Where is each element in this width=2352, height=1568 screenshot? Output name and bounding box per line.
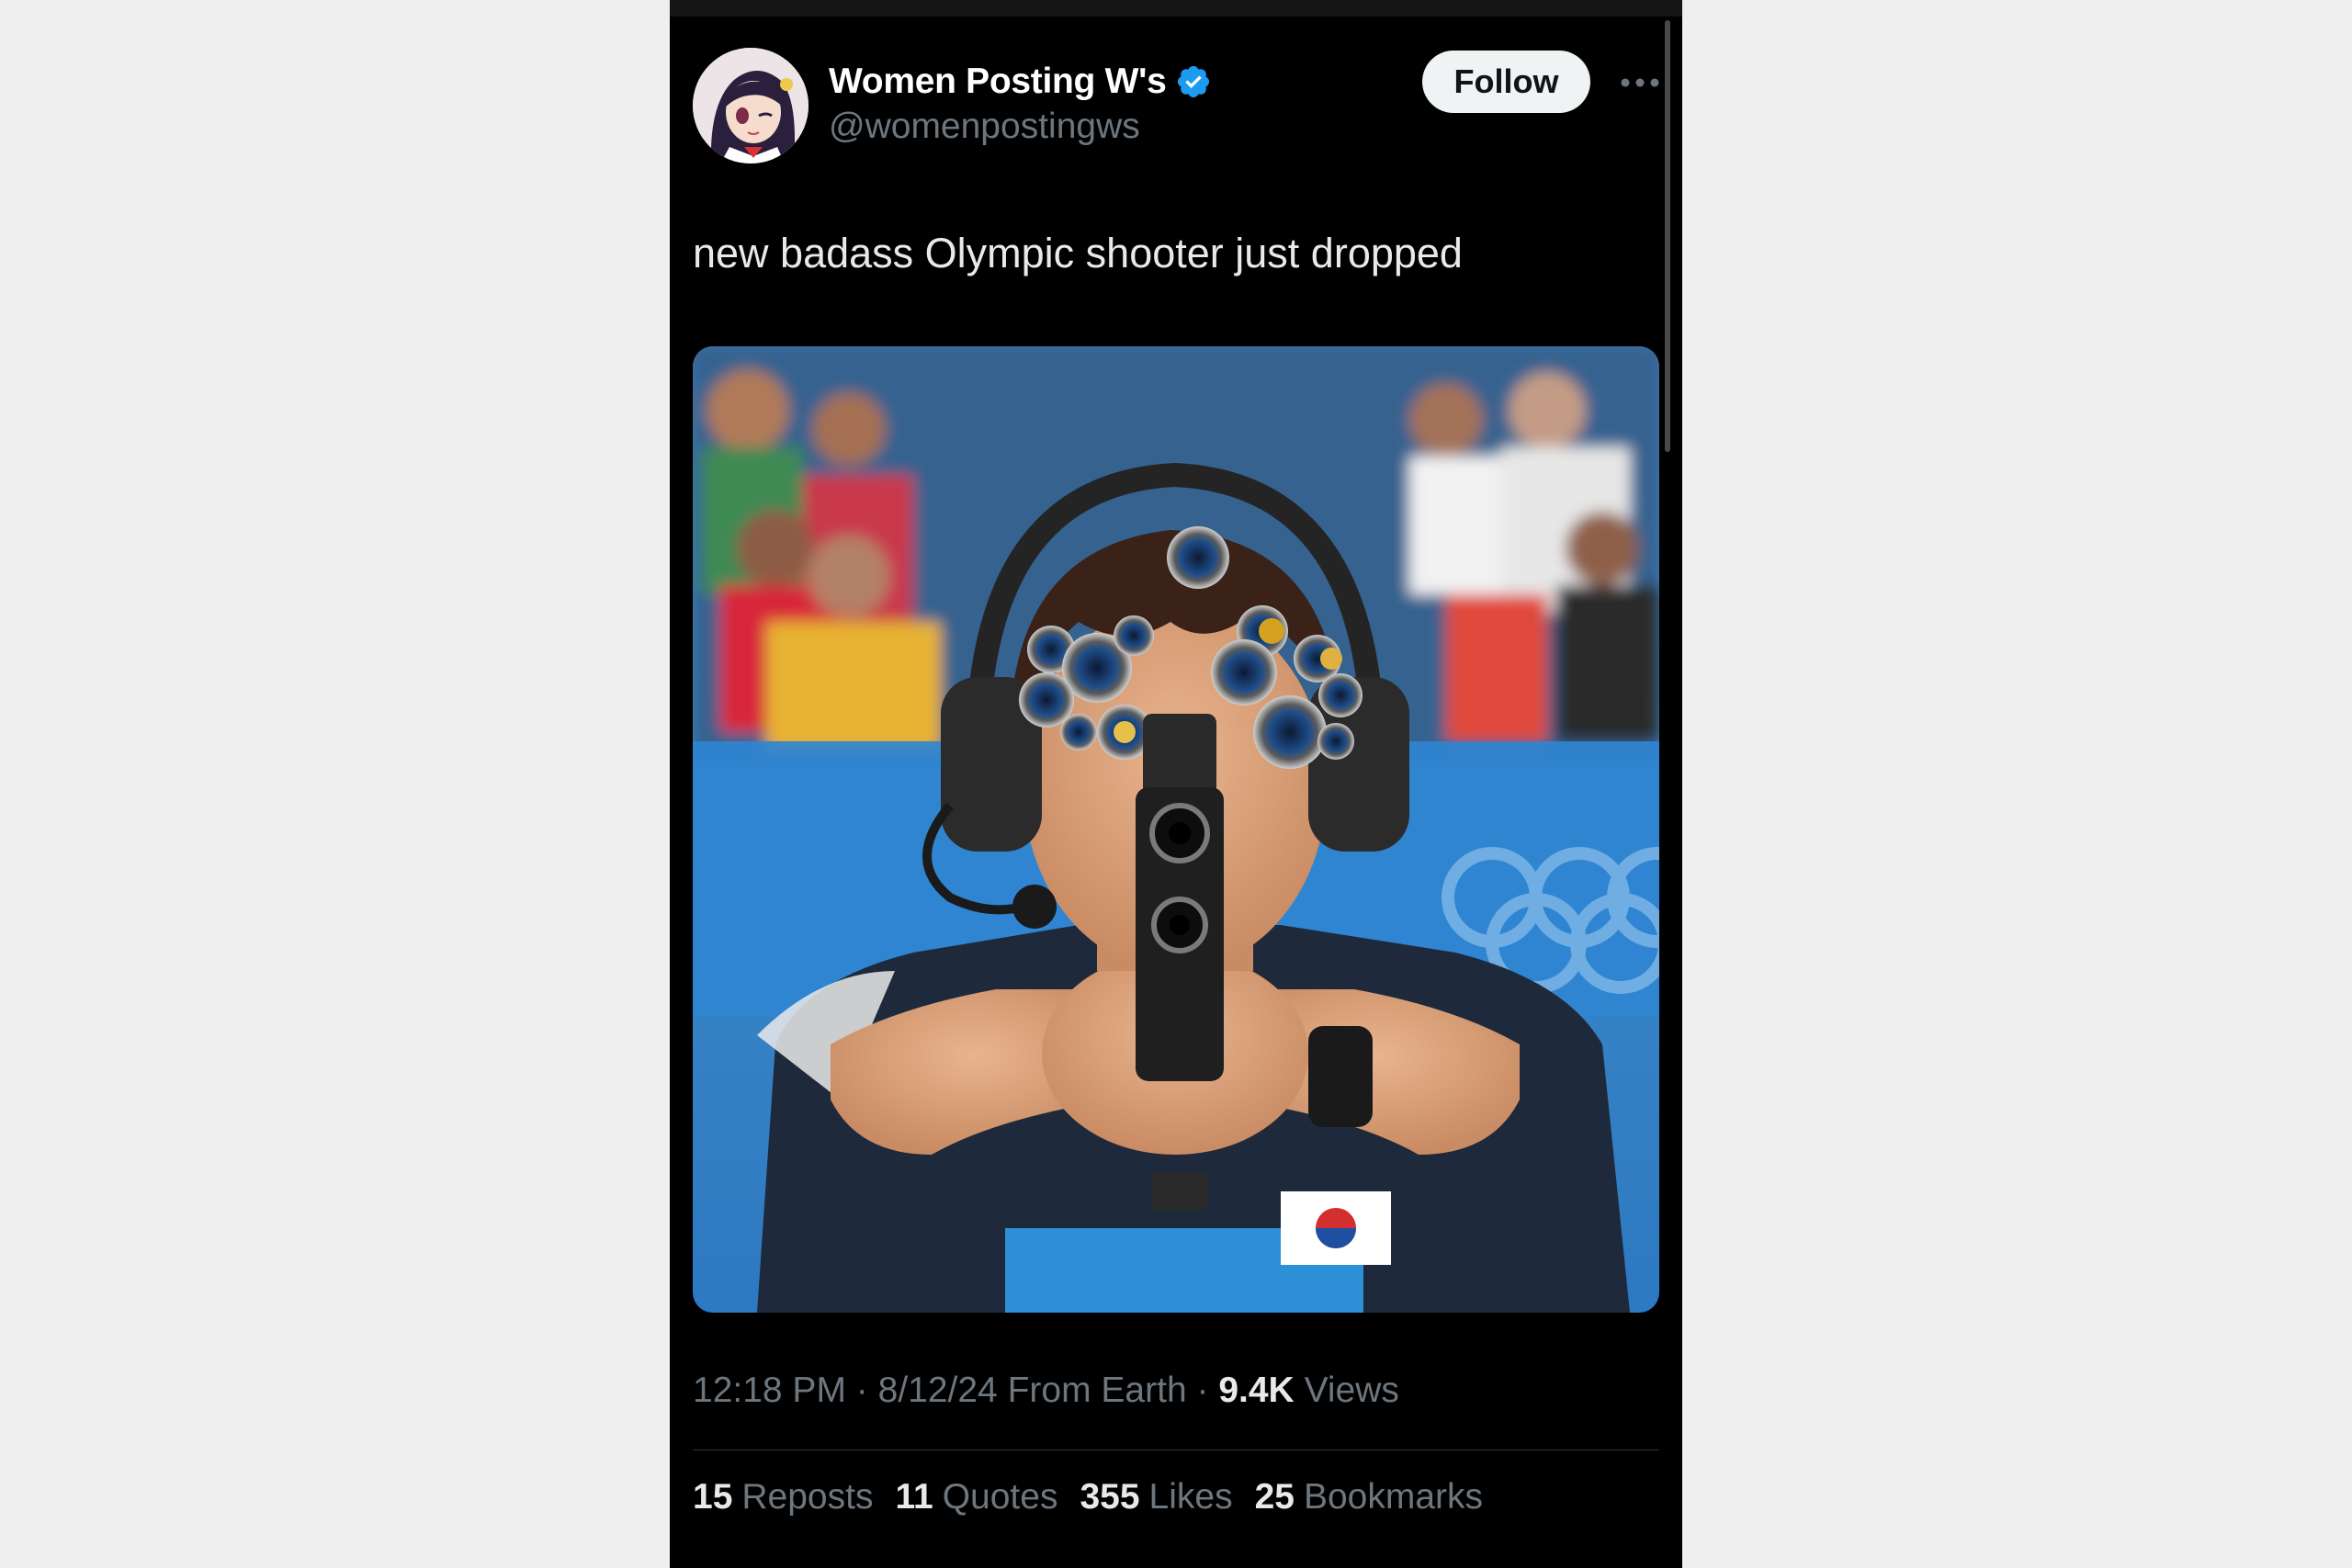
views-count[interactable]: 9.4K	[1218, 1371, 1294, 1410]
follow-button[interactable]: Follow	[1422, 51, 1590, 113]
tweet-text: new badass Olympic shooter just dropped	[693, 230, 1463, 276]
stat-label: Likes	[1148, 1477, 1233, 1517]
tweet-screen: Women Posting W's @womenpostingws Follow…	[670, 0, 1682, 1568]
stat-label: Quotes	[942, 1477, 1058, 1517]
stat-label: Bookmarks	[1303, 1477, 1484, 1517]
stat-likes[interactable]: 355 Likes	[1080, 1477, 1232, 1517]
stat-count: 355	[1080, 1477, 1140, 1517]
stat-count: 25	[1254, 1477, 1295, 1517]
tweet-media-image[interactable]	[693, 346, 1659, 1313]
views-label[interactable]: Views	[1305, 1371, 1399, 1410]
avatar[interactable]	[693, 48, 808, 164]
tweet-meta: 12:18 PM · 8/12/24 From Earth · 9.4K Vie…	[693, 1371, 1399, 1411]
engagement-stats: 15 Reposts 11 Quotes 355 Likes 25 Bookmarks	[693, 1477, 1483, 1517]
meta-separator: ·	[855, 1371, 868, 1410]
meta-separator: ·	[1196, 1371, 1209, 1410]
tweet-time[interactable]: 12:18 PM	[693, 1371, 846, 1410]
author-name-row[interactable]: Women Posting W's	[829, 59, 1212, 105]
stat-bookmarks[interactable]: 25 Bookmarks	[1255, 1477, 1483, 1517]
more-options-icon[interactable]	[1614, 64, 1666, 101]
verified-badge-icon	[1178, 65, 1210, 98]
handle[interactable]: @womenpostingws	[829, 107, 1140, 147]
tweet-date[interactable]: 8/12/24	[878, 1371, 998, 1410]
display-name[interactable]: Women Posting W's	[829, 62, 1167, 102]
top-strip	[670, 0, 1682, 17]
stat-reposts[interactable]: 15 Reposts	[693, 1477, 873, 1517]
stat-count: 15	[693, 1477, 733, 1517]
stat-count: 11	[895, 1477, 933, 1517]
stat-label: Reposts	[741, 1477, 874, 1517]
stat-quotes[interactable]: 11 Quotes	[895, 1477, 1057, 1517]
tweet-source: From Earth	[1007, 1371, 1187, 1410]
